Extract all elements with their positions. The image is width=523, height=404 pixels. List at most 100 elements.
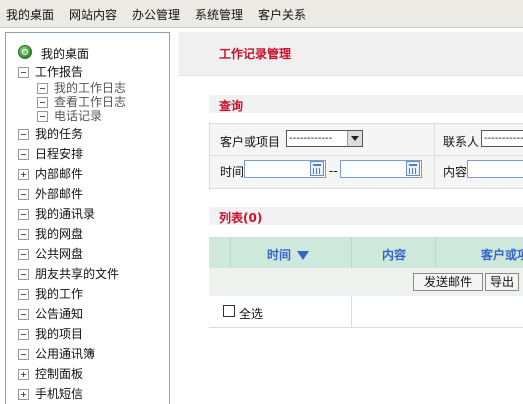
menu-item-desktop[interactable]: 我的桌面 — [6, 6, 54, 23]
select-all-checkbox[interactable] — [223, 305, 235, 317]
menu-item-customer-relations[interactable]: 客户关系 — [258, 6, 306, 23]
select-all-row: 全选 — [209, 296, 523, 328]
query-section-header: 查询 — [209, 95, 523, 113]
column-divider — [351, 296, 352, 327]
sidebar-item-my-work[interactable]: 我的工作 — [6, 285, 166, 303]
sidebar-item-label: 我的工作日志 — [54, 81, 127, 95]
list-table-header: 时间 内容 客户或项 — [209, 237, 523, 268]
sidebar-item-label: 我的工作 — [35, 287, 84, 301]
minus-box-icon — [18, 269, 29, 280]
sidebar-item-label: 我的通讯录 — [35, 207, 96, 221]
sidebar-item-label: 我的桌面 — [41, 47, 90, 61]
sidebar-item-internal-mail[interactable]: 内部邮件 — [6, 165, 166, 183]
main-panel: 工作记录管理 查询 客户或项目 ------------ 联系人 -------… — [179, 32, 523, 403]
column-header-content[interactable]: 内容 — [382, 246, 406, 263]
sidebar-item-my-address-book[interactable]: 我的通讯录 — [6, 205, 166, 223]
column-divider — [230, 237, 231, 268]
contact-label: 联系人 — [443, 135, 480, 149]
sidebar-item-schedule[interactable]: 日程安排 — [6, 145, 166, 163]
customer-project-select-value: ------------ — [289, 133, 333, 144]
minus-box-icon — [18, 67, 29, 78]
sidebar-item-label: 我的任务 — [35, 127, 84, 141]
sidebar-item-public-address-book[interactable]: 公用通讯簿 — [6, 345, 166, 363]
minus-box-icon — [18, 129, 29, 140]
sidebar-tree: 我的桌面 工作报告 我的工作日志 查看工作日志 电话记录 我的任务 日程安排 内… — [5, 32, 170, 404]
minus-box-icon — [18, 149, 29, 160]
sidebar-item-public-netdisk[interactable]: 公共网盘 — [6, 245, 166, 263]
chevron-down-icon — [347, 131, 362, 146]
top-menu-bar: 我的桌面 网站内容 办公管理 系统管理 客户关系 — [0, 0, 523, 28]
plus-box-icon — [18, 389, 29, 400]
customer-project-label: 客户或项目 — [220, 135, 281, 149]
select-all-label: 全选 — [239, 307, 264, 321]
sidebar-item-my-netdisk[interactable]: 我的网盘 — [6, 225, 166, 243]
minus-box-icon — [37, 83, 48, 94]
sidebar-item-announcements[interactable]: 公告通知 — [6, 305, 166, 323]
minus-box-icon — [37, 111, 48, 122]
sidebar-item-label: 朋友共享的文件 — [35, 267, 120, 281]
sidebar-item-my-projects[interactable]: 我的项目 — [6, 325, 166, 343]
sidebar-item-label: 公共网盘 — [35, 247, 84, 261]
time-range-separator: -- — [329, 164, 338, 178]
sidebar-item-label: 我的网盘 — [35, 227, 84, 241]
minus-box-icon — [18, 189, 29, 200]
list-section-header: 列表(0) — [209, 207, 523, 225]
export-button[interactable]: 导出 — [485, 273, 519, 291]
sidebar-item-label: 公用通讯簿 — [35, 347, 96, 361]
sort-desc-icon — [297, 251, 310, 260]
column-header-time-label: 时间 — [267, 248, 292, 262]
sidebar-item-label: 外部邮件 — [35, 187, 84, 201]
minus-box-icon — [18, 229, 29, 240]
minus-box-icon — [18, 309, 29, 320]
calendar-icon[interactable] — [310, 161, 324, 176]
sidebar-item-friend-shared-files[interactable]: 朋友共享的文件 — [6, 265, 166, 283]
form-row-divider — [210, 155, 523, 156]
minus-box-icon — [18, 329, 29, 340]
plus-box-icon — [18, 169, 29, 180]
menu-item-website-content[interactable]: 网站内容 — [69, 6, 117, 23]
sidebar-item-label: 内部邮件 — [35, 167, 84, 181]
send-email-button[interactable]: 发送邮件 — [413, 273, 483, 291]
sidebar-item-view-work-log[interactable]: 查看工作日志 — [6, 95, 166, 109]
list-heading: 列表(0) — [219, 211, 263, 225]
sidebar-item-label: 工作报告 — [35, 65, 84, 79]
column-divider — [351, 237, 352, 268]
minus-box-icon — [18, 249, 29, 260]
menu-item-system-management[interactable]: 系统管理 — [195, 6, 243, 23]
sidebar-item-control-panel[interactable]: 控制面板 — [6, 365, 166, 383]
contact-select-value: ------------ — [484, 133, 523, 144]
form-col-divider — [434, 124, 435, 188]
minus-box-icon — [18, 289, 29, 300]
minus-box-icon — [18, 349, 29, 360]
sidebar-item-label: 公告通知 — [35, 307, 84, 321]
sidebar-item-my-tasks[interactable]: 我的任务 — [6, 125, 166, 143]
sidebar-item-phone-records[interactable]: 电话记录 — [6, 109, 166, 123]
column-divider — [435, 237, 436, 268]
calendar-icon[interactable] — [406, 161, 420, 176]
column-header-time[interactable]: 时间 — [267, 246, 310, 263]
sidebar-item-label: 查看工作日志 — [54, 95, 127, 109]
page-title: 工作记录管理 — [219, 47, 292, 61]
sidebar-item-work-report[interactable]: 工作报告 — [6, 63, 166, 81]
content-input[interactable] — [467, 160, 523, 178]
sidebar-item-sms[interactable]: 手机短信 — [6, 385, 166, 403]
minus-box-icon — [18, 209, 29, 220]
list-action-row: 发送邮件 导出 — [209, 268, 523, 297]
sidebar-item-my-work-log[interactable]: 我的工作日志 — [6, 81, 166, 95]
minus-box-icon — [37, 97, 48, 108]
menu-item-office-management[interactable]: 办公管理 — [132, 6, 180, 23]
sidebar-item-label: 日程安排 — [35, 147, 84, 161]
contact-select[interactable]: ------------ — [481, 130, 523, 147]
sidebar-item-label: 手机短信 — [35, 387, 84, 401]
plus-box-icon — [18, 369, 29, 380]
home-search-icon — [18, 45, 32, 59]
column-header-customer[interactable]: 客户或项 — [481, 246, 523, 263]
customer-project-select[interactable]: ------------ — [286, 130, 363, 147]
sidebar-item-my-desktop[interactable]: 我的桌面 — [6, 45, 166, 63]
query-form: 客户或项目 ------------ 联系人 ------------ 时间 -… — [209, 123, 523, 189]
sidebar-item-external-mail[interactable]: 外部邮件 — [6, 185, 166, 203]
content-label: 内容 — [443, 165, 468, 179]
sidebar-item-label: 电话记录 — [54, 109, 103, 123]
time-label: 时间 — [220, 165, 245, 179]
page-title-band: 工作记录管理 — [179, 32, 523, 76]
